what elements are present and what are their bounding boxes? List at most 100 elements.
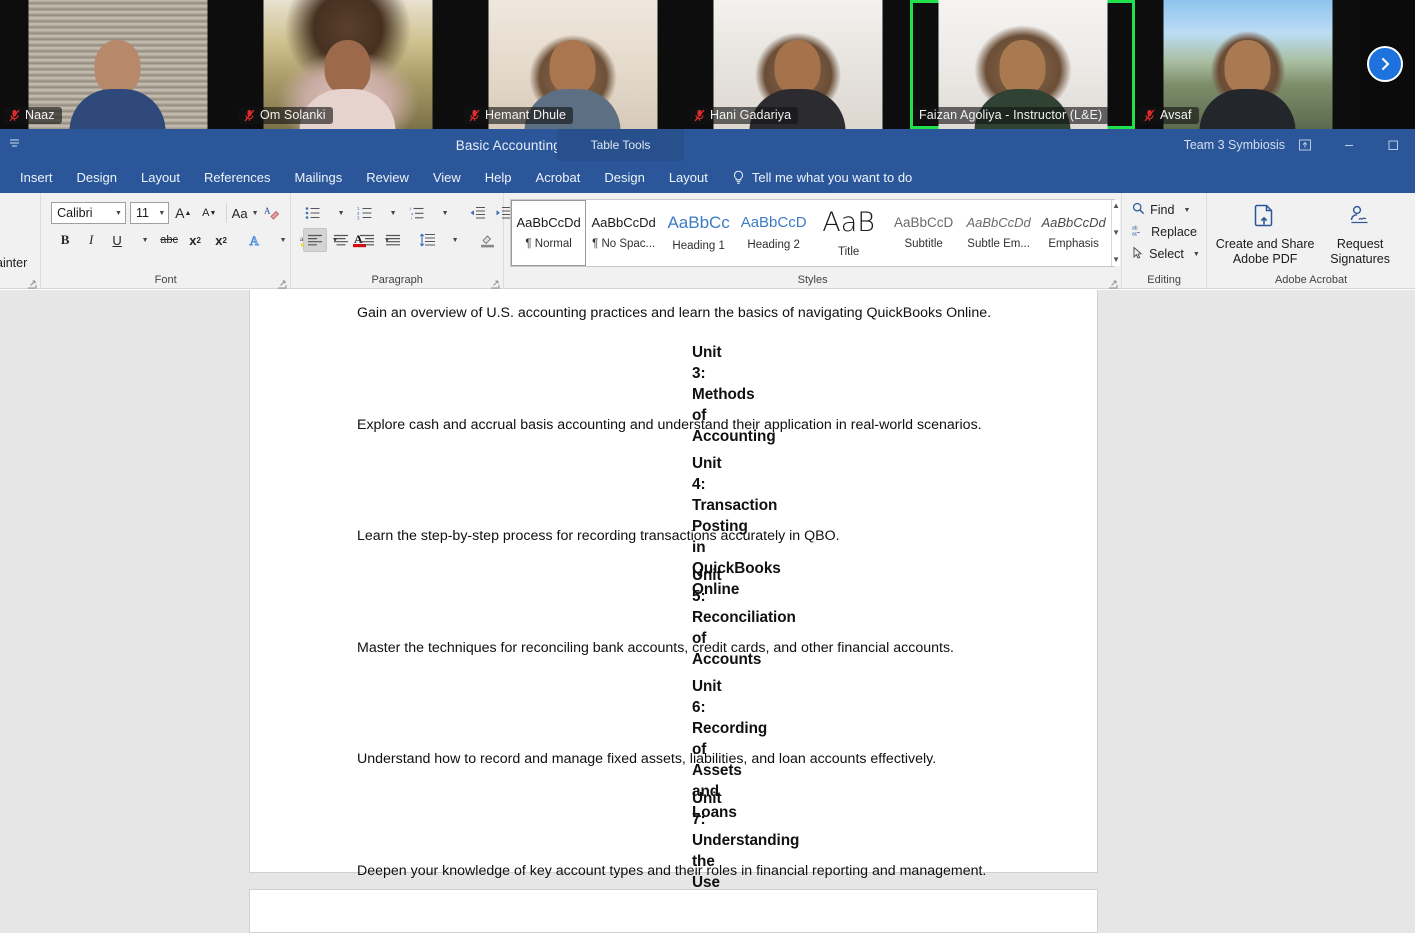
participant-name-bar: Faizan Agoliya - Instructor (L&E) bbox=[914, 107, 1110, 124]
superscript-button[interactable]: x2 bbox=[209, 228, 233, 252]
ribbon-tab-layout[interactable]: Layout bbox=[129, 170, 192, 193]
minimize-icon[interactable] bbox=[1327, 129, 1371, 161]
shrink-font-button[interactable]: A ▼ bbox=[197, 201, 221, 225]
shading-icon[interactable] bbox=[475, 228, 499, 252]
format-painter-label[interactable]: ainter bbox=[0, 256, 34, 270]
style-item[interactable]: AaBbCcD Heading 2 bbox=[736, 200, 811, 266]
align-right-icon[interactable] bbox=[355, 228, 379, 252]
align-center-icon[interactable] bbox=[329, 228, 353, 252]
numbering-icon[interactable]: 123 bbox=[353, 201, 377, 225]
document-page-2[interactable] bbox=[249, 889, 1098, 933]
select-button[interactable]: Select ▼ bbox=[1128, 243, 1200, 265]
ribbon-tab-view[interactable]: View bbox=[421, 170, 473, 193]
document-text-body[interactable]: Gain an overview of U.S. accounting prac… bbox=[250, 290, 1097, 933]
ribbon-tab-help[interactable]: Help bbox=[473, 170, 524, 193]
underline-button[interactable]: U bbox=[105, 228, 129, 252]
ribbon-group-paragraph: ▼ 123 ▼ 1ai ▼ ▼ Paragraph bbox=[291, 193, 575, 289]
italic-button[interactable]: I bbox=[79, 228, 103, 252]
video-tile[interactable]: Hemant Dhule bbox=[460, 0, 685, 129]
ribbon-tab-layout-table-tools[interactable]: Layout bbox=[657, 170, 720, 193]
styles-gallery[interactable]: AaBbCcDd ¶ Normal AaBbCcDd ¶ No Spac... AaBb… bbox=[510, 199, 1121, 267]
styles-dialog-launcher-icon[interactable] bbox=[1108, 276, 1118, 289]
paragraph-dialog-launcher-icon[interactable] bbox=[490, 276, 500, 289]
style-item[interactable]: AaBbCcDd Emphasis bbox=[1036, 200, 1111, 266]
next-page-chevron-icon[interactable] bbox=[1367, 46, 1403, 82]
font-name-combo[interactable]: Calibri ▼ bbox=[51, 202, 126, 224]
font-dialog-launcher-icon[interactable] bbox=[277, 276, 287, 289]
ribbon-tab-acrobat[interactable]: Acrobat bbox=[524, 170, 593, 193]
style-name: ¶ No Spac... bbox=[592, 238, 656, 251]
clipboard-dialog-launcher-icon[interactable] bbox=[27, 276, 37, 289]
ribbon-tab-review[interactable]: Review bbox=[354, 170, 421, 193]
styles-gallery-scroll[interactable]: ▲ ▼ ▼ bbox=[1111, 200, 1121, 266]
ribbon-group-clipboard: ainter bbox=[0, 193, 42, 289]
quick-access-toolbar-icon[interactable] bbox=[6, 138, 22, 152]
create-share-line1: Create and Share bbox=[1215, 237, 1315, 251]
tell-me-box[interactable]: Tell me what you want to do bbox=[720, 170, 922, 193]
ribbon-tabs-container: Insert Design Layout References Mailings Revi… bbox=[8, 170, 720, 193]
line-spacing-dropdown-icon[interactable]: ▼ bbox=[441, 228, 465, 252]
justify-icon[interactable] bbox=[381, 228, 405, 252]
text-effects-icon[interactable]: A bbox=[243, 228, 267, 252]
strikethrough-button[interactable]: abc bbox=[157, 228, 181, 252]
ribbon-tab-references[interactable]: References bbox=[192, 170, 282, 193]
document-page-1[interactable]: Gain an overview of U.S. accounting prac… bbox=[249, 290, 1098, 933]
clear-formatting-icon[interactable]: A bbox=[260, 201, 284, 225]
select-dropdown-icon[interactable]: ▼ bbox=[1193, 251, 1200, 258]
style-item[interactable]: AaBbCc Heading 1 bbox=[661, 200, 736, 266]
style-item[interactable]: AaBbCcDd ¶ No Spac... bbox=[586, 200, 661, 266]
video-tile[interactable]: Faizan Agoliya - Instructor (L&E) bbox=[910, 0, 1135, 129]
styles-scroll-down-icon[interactable]: ▼ bbox=[1112, 229, 1120, 237]
styles-items-container: AaBbCcDd ¶ Normal AaBbCcDd ¶ No Spac... AaBb… bbox=[511, 200, 1111, 266]
multilevel-list-icon[interactable]: 1ai bbox=[405, 201, 429, 225]
ribbon-tab-design[interactable]: Design bbox=[65, 170, 129, 193]
microphone-muted-icon bbox=[244, 109, 255, 122]
ribbon-display-options-icon[interactable] bbox=[1283, 129, 1327, 161]
multilevel-dropdown-icon[interactable]: ▼ bbox=[431, 201, 455, 225]
microphone-muted-icon bbox=[694, 109, 705, 122]
account-name[interactable]: Team 3 Symbiosis bbox=[1184, 129, 1285, 161]
participant-name-bar: Hani Gadariya bbox=[689, 107, 799, 124]
signature-icon bbox=[1347, 203, 1373, 234]
document-paragraph: Learn the step-by-step process for recor… bbox=[357, 528, 840, 544]
align-left-icon[interactable] bbox=[303, 228, 328, 252]
change-case-button[interactable]: Aa ▼ bbox=[232, 201, 259, 225]
style-name: Title bbox=[837, 245, 860, 258]
grow-font-button[interactable]: A ▲ bbox=[171, 201, 195, 225]
line-spacing-icon[interactable] bbox=[415, 228, 439, 252]
lightbulb-icon bbox=[732, 170, 746, 185]
text-effects-dropdown-icon[interactable]: ▼ bbox=[269, 228, 293, 252]
bullets-dropdown-icon[interactable]: ▼ bbox=[327, 201, 351, 225]
underline-dropdown-icon[interactable]: ▼ bbox=[131, 228, 155, 252]
ribbon-tab-insert[interactable]: Insert bbox=[8, 170, 65, 193]
font-size-combo[interactable]: 11 ▼ bbox=[129, 202, 170, 224]
bold-button[interactable]: B bbox=[53, 228, 77, 252]
style-item[interactable]: AaB Title bbox=[811, 200, 886, 266]
numbering-dropdown-icon[interactable]: ▼ bbox=[379, 201, 403, 225]
request-line2: Signatures bbox=[1330, 252, 1390, 266]
participant-name: Faizan Agoliya - Instructor (L&E) bbox=[919, 108, 1103, 122]
video-tile[interactable]: Avsaf bbox=[1135, 0, 1360, 129]
video-tile[interactable]: Naaz bbox=[0, 0, 235, 129]
replace-button[interactable]: ab ac Replace bbox=[1128, 221, 1200, 243]
title-bar: Basic Accounting Training - Word Table T… bbox=[0, 129, 1415, 161]
create-share-line2: Adobe PDF bbox=[1232, 252, 1298, 266]
subscript-button[interactable]: x2 bbox=[183, 228, 207, 252]
restore-icon[interactable] bbox=[1371, 129, 1415, 161]
style-item[interactable]: AaBbCcD Subtitle bbox=[886, 200, 961, 266]
find-dropdown-icon[interactable]: ▼ bbox=[1183, 207, 1190, 214]
video-tile[interactable]: Hani Gadariya bbox=[685, 0, 910, 129]
styles-gallery-more-icon[interactable]: ▼ bbox=[1112, 256, 1120, 264]
style-item[interactable]: AaBbCcDd Subtle Em... bbox=[961, 200, 1036, 266]
document-canvas[interactable]: Gain an overview of U.S. accounting prac… bbox=[0, 290, 1415, 933]
style-item[interactable]: AaBbCcDd ¶ Normal bbox=[511, 200, 587, 266]
ribbon-tab-mailings[interactable]: Mailings bbox=[283, 170, 355, 193]
subscript-label: x bbox=[189, 232, 197, 248]
ribbon-tab-design-table-tools[interactable]: Design bbox=[592, 170, 656, 193]
style-preview: AaBbCcDd bbox=[516, 214, 581, 230]
decrease-indent-icon[interactable] bbox=[465, 201, 489, 225]
styles-scroll-up-icon[interactable]: ▲ bbox=[1112, 202, 1120, 210]
video-tile[interactable]: Om Solanki bbox=[235, 0, 460, 129]
bullets-icon[interactable] bbox=[301, 201, 325, 225]
find-button[interactable]: Find ▼ bbox=[1128, 199, 1200, 221]
